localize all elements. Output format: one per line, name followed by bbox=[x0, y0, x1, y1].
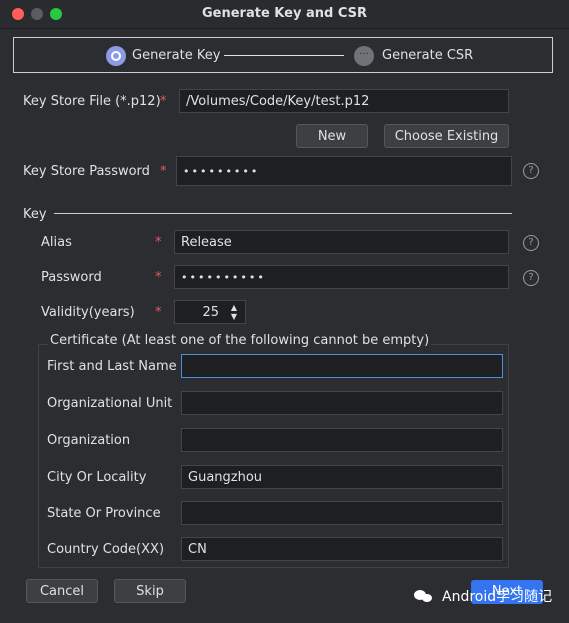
org-unit-input[interactable] bbox=[181, 391, 503, 415]
alias-label: Alias bbox=[41, 235, 72, 250]
organization-label: Organization bbox=[47, 433, 131, 448]
required-mark: * bbox=[160, 94, 167, 109]
key-password-label: Password bbox=[41, 270, 102, 285]
step-pending-icon: ··· bbox=[354, 46, 374, 66]
title-bar: Generate Key and CSR bbox=[0, 0, 569, 29]
watermark: Android学习随记 bbox=[414, 586, 552, 606]
city-label: City Or Locality bbox=[47, 470, 147, 485]
first-last-name-label: First and Last Name bbox=[47, 359, 177, 374]
keystore-password-input[interactable]: ••••••••• bbox=[176, 156, 512, 186]
key-section-label: Key bbox=[23, 207, 47, 222]
section-divider bbox=[54, 213, 512, 214]
alias-input[interactable]: Release bbox=[174, 230, 509, 254]
skip-button[interactable]: Skip bbox=[114, 579, 186, 603]
required-mark: * bbox=[160, 164, 167, 179]
keystore-file-input[interactable]: /Volumes/Code/Key/test.p12 bbox=[179, 89, 509, 113]
certificate-title: Certificate (At least one of the followi… bbox=[48, 333, 432, 348]
new-keystore-button[interactable]: New bbox=[296, 124, 368, 148]
step-generate-csr: Generate CSR bbox=[382, 48, 474, 63]
step-connector bbox=[224, 55, 344, 56]
city-input[interactable]: Guangzhou bbox=[181, 465, 503, 489]
country-code-label: Country Code(XX) bbox=[47, 542, 165, 557]
keystore-file-label: Key Store File (*.p12) bbox=[23, 94, 161, 109]
keystore-password-label: Key Store Password bbox=[23, 164, 150, 179]
wechat-icon bbox=[414, 588, 434, 604]
country-code-input[interactable]: CN bbox=[181, 537, 503, 561]
org-unit-label: Organizational Unit bbox=[47, 396, 173, 411]
required-mark: * bbox=[155, 270, 162, 285]
validity-label: Validity(years) bbox=[41, 305, 135, 320]
help-icon[interactable]: ? bbox=[523, 270, 539, 286]
state-input[interactable] bbox=[181, 501, 503, 525]
decrement-icon[interactable]: ▼ bbox=[229, 313, 239, 321]
wizard-stepper: Generate Key ··· Generate CSR bbox=[13, 37, 553, 73]
required-mark: * bbox=[155, 235, 162, 250]
required-mark: * bbox=[155, 305, 162, 320]
window-title: Generate Key and CSR bbox=[202, 6, 367, 21]
choose-existing-button[interactable]: Choose Existing bbox=[384, 124, 509, 148]
cancel-button[interactable]: Cancel bbox=[26, 579, 98, 603]
increment-icon[interactable]: ▲ bbox=[229, 304, 239, 312]
key-password-input[interactable]: •••••••••• bbox=[174, 265, 509, 289]
help-icon[interactable]: ? bbox=[523, 163, 539, 179]
step-generate-key: Generate Key bbox=[132, 48, 221, 63]
help-icon[interactable]: ? bbox=[523, 235, 539, 251]
state-label: State Or Province bbox=[47, 506, 161, 521]
first-last-name-input[interactable] bbox=[181, 354, 503, 378]
watermark-text: Android学习随记 bbox=[442, 589, 553, 605]
step-active-icon bbox=[106, 46, 126, 66]
organization-input[interactable] bbox=[181, 428, 503, 452]
